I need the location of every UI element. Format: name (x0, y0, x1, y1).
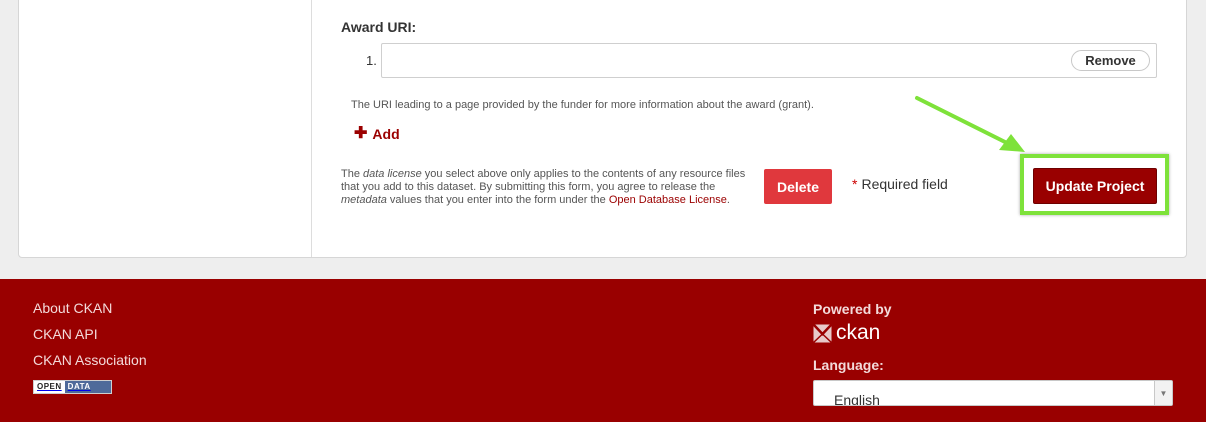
award-uri-help-text: The URI leading to a page provided by th… (351, 99, 814, 111)
license-text-4: . (726, 194, 730, 206)
ckan-logo[interactable]: ckan (813, 321, 880, 345)
open-data-badge-open: OPEN (34, 381, 65, 393)
required-label: Required field (861, 176, 948, 192)
footer-link-ckan-api[interactable]: CKAN API (33, 326, 147, 352)
remove-button[interactable]: Remove (1071, 50, 1150, 71)
data-license-term: data license (363, 168, 422, 180)
open-data-badge[interactable]: OPEN DATA (33, 380, 112, 394)
footer-link-ckan-association[interactable]: CKAN Association (33, 352, 147, 378)
add-label: Add (372, 126, 400, 142)
chevron-down-icon[interactable]: ▼ (1154, 381, 1172, 405)
update-project-button[interactable]: Update Project (1033, 168, 1157, 204)
footer-link-about-ckan[interactable]: About CKAN (33, 300, 147, 326)
language-select-value: English (834, 392, 880, 406)
language-label: Language: (813, 357, 884, 373)
odbl-link[interactable]: Open Database License (609, 194, 727, 206)
footer-links: About CKAN CKAN API CKAN Association OPE… (33, 300, 147, 394)
delete-button[interactable]: Delete (764, 169, 832, 204)
open-data-badge-data: DATA (64, 381, 111, 393)
license-note: The data license you select above only a… (341, 168, 751, 207)
award-uri-input[interactable] (381, 43, 1157, 78)
license-text-3: values that you enter into the form unde… (386, 194, 609, 206)
language-select[interactable]: English ▼ (813, 380, 1173, 406)
plus-icon: ✚ (354, 125, 368, 142)
annotation-arrow (915, 96, 1025, 152)
form-sidebar (19, 0, 312, 257)
license-text-1: The (341, 168, 364, 180)
award-uri-label: Award URI: (341, 19, 417, 35)
required-star: * (852, 176, 858, 192)
metadata-term: metadata (341, 194, 387, 206)
award-uri-row-number: 1. (366, 53, 377, 68)
powered-by-label: Powered by (813, 301, 892, 317)
site-footer: About CKAN CKAN API CKAN Association OPE… (0, 279, 1206, 422)
required-field-note: * Required field (852, 176, 948, 192)
add-award-uri-link[interactable]: ✚ Add (354, 125, 400, 143)
ckan-logo-icon (813, 323, 832, 343)
ckan-logo-text: ckan (836, 321, 881, 344)
